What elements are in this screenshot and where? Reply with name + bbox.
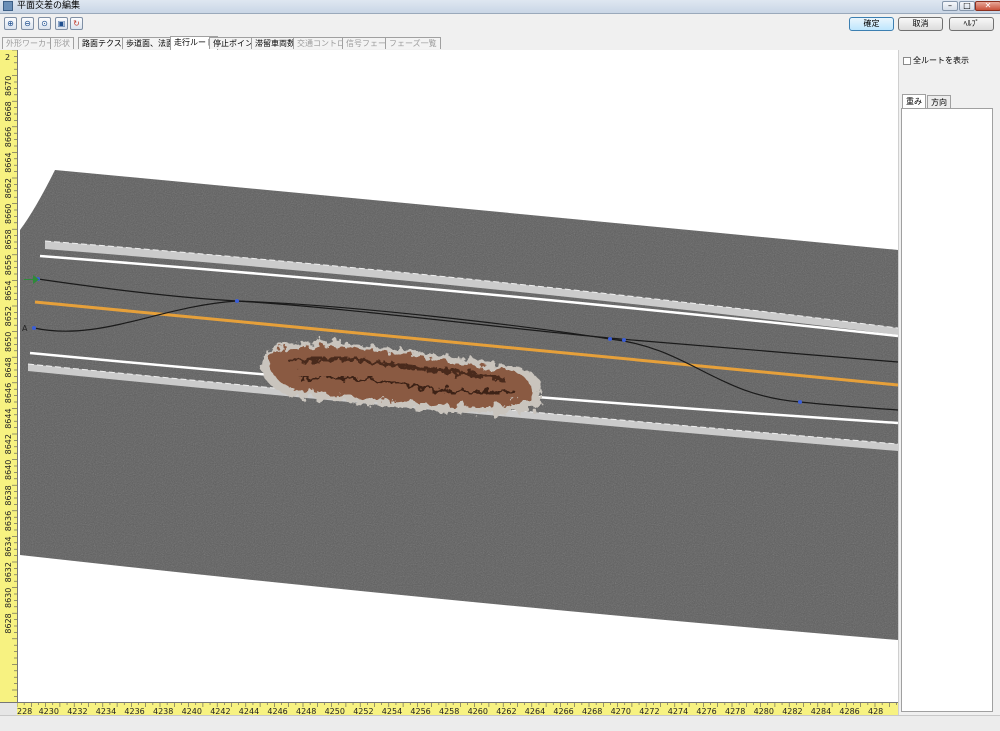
tab-phase-list[interactable]: フェーズ一覧 <box>385 37 441 49</box>
zoom-fit-button[interactable]: ⊙ <box>38 17 51 30</box>
route-point[interactable] <box>622 338 626 342</box>
refresh-button[interactable]: ↻ <box>70 17 83 30</box>
route-point[interactable] <box>32 326 36 330</box>
v-ruler-label: 8648 <box>4 357 13 377</box>
v-ruler-label: 8636 <box>4 511 13 531</box>
v-ruler-label: 8644 <box>4 408 13 428</box>
save-icon: ▣ <box>57 19 66 28</box>
ok-button[interactable]: 確定 <box>849 17 894 31</box>
v-ruler-label: 8640 <box>4 460 13 480</box>
zoom-in-icon: ⊕ <box>7 19 14 28</box>
v-ruler-label: 8654 <box>4 280 13 300</box>
v-ruler-label: 8634 <box>4 536 13 556</box>
help-button[interactable]: ﾍﾙﾌﾟ <box>949 17 994 31</box>
app-icon <box>3 1 13 11</box>
show-all-routes-label[interactable]: 全ルートを表示 <box>913 55 969 66</box>
refresh-icon: ↻ <box>73 19 80 28</box>
weight-panel-body <box>901 108 993 712</box>
v-ruler-label: 8652 <box>4 306 13 326</box>
vertical-ruler: 2 8670 8668 8666 8664 8662 8660 8658 8656 8654 865… <box>0 50 18 702</box>
v-ruler-top-label: 2 <box>5 53 10 62</box>
zoom-in-button[interactable]: ⊕ <box>4 17 17 30</box>
v-ruler-label: 8630 <box>4 588 13 608</box>
route-point[interactable] <box>608 337 612 341</box>
window-title: 平面交差の編集 <box>17 1 81 11</box>
v-ruler-label: 8628 <box>4 613 13 633</box>
zoom-out-icon: ⊖ <box>24 19 31 28</box>
horizontal-ruler: 228 4230 4232 4234 4236 4238 4240 4242 4244 4246 4… <box>17 702 898 716</box>
ruler-corner <box>0 702 17 716</box>
road-view[interactable]: A <box>0 50 898 715</box>
zoom-out-button[interactable]: ⊖ <box>21 17 34 30</box>
v-ruler-label: 8646 <box>4 383 13 403</box>
route-point[interactable] <box>798 400 802 404</box>
status-bar <box>0 715 1000 731</box>
tab-direction[interactable]: 方向 <box>927 95 951 108</box>
tab-shape[interactable]: 形状 <box>50 37 74 49</box>
vertical-ruler-scale: 2 8670 8668 8666 8664 8662 8660 8658 8656 8654 865… <box>4 50 17 697</box>
v-ruler-label: 8670 <box>4 76 13 96</box>
v-ruler-label: 8658 <box>4 229 13 249</box>
edit-canvas[interactable]: A <box>0 50 899 715</box>
v-ruler-label: 8650 <box>4 332 13 352</box>
close-button[interactable]: ✕ <box>975 1 1000 11</box>
show-all-routes-checkbox[interactable] <box>903 57 911 65</box>
v-ruler-label: 8664 <box>4 152 13 172</box>
v-ruler-label: 8638 <box>4 485 13 505</box>
save-button[interactable]: ▣ <box>55 17 68 30</box>
route-start-label: A <box>22 324 28 333</box>
tab-queue-count[interactable]: 滞留車両数 <box>251 37 299 49</box>
title-bar: 平面交差の編集 – □ ✕ <box>0 0 1000 14</box>
v-ruler-label: 8662 <box>4 178 13 198</box>
v-ruler-label: 8656 <box>4 255 13 275</box>
v-ruler-label: 8660 <box>4 204 13 224</box>
v-ruler-label: 8668 <box>4 101 13 121</box>
route-point[interactable] <box>235 299 239 303</box>
v-ruler-label: 8632 <box>4 562 13 582</box>
v-ruler-label: 8642 <box>4 434 13 454</box>
cancel-button[interactable]: 取消 <box>898 17 943 31</box>
v-ruler-label: 8666 <box>4 127 13 147</box>
minimize-button[interactable]: – <box>942 1 958 11</box>
maximize-button[interactable]: □ <box>959 1 975 11</box>
zoom-fit-icon: ⊙ <box>41 19 48 28</box>
tab-weight[interactable]: 重み <box>902 94 926 108</box>
